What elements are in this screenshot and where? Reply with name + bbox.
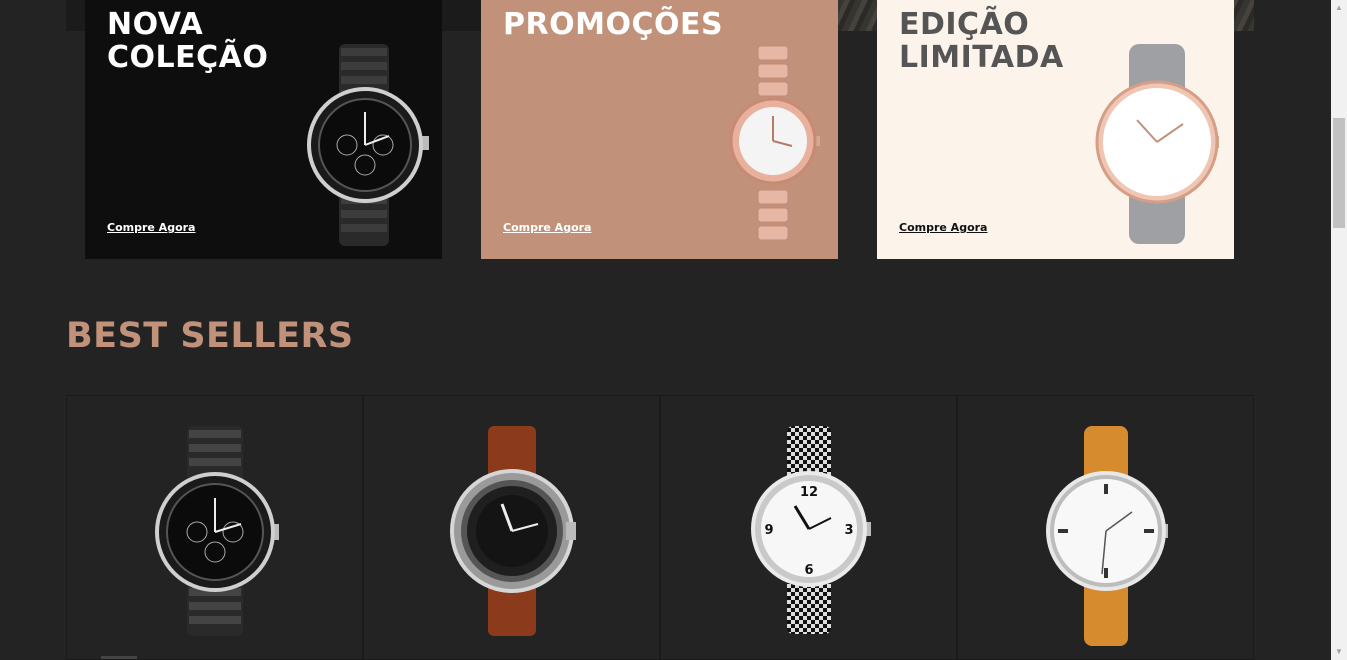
white-dial-tan-strap-watch-icon — [1045, 426, 1168, 646]
svg-text:6: 6 — [804, 563, 813, 578]
svg-text:12: 12 — [799, 485, 817, 500]
promo-title: EDIÇÃO LIMITADA — [899, 7, 1064, 75]
scrollbar-thumb[interactable] — [1333, 118, 1345, 228]
promo-title: NOVA COLEÇÃO — [107, 7, 269, 75]
rose-gold-watch-icon — [729, 45, 820, 241]
diver-watch-brown-strap-icon — [449, 426, 576, 636]
product-label-bar — [101, 656, 137, 659]
promo-card-promocoes[interactable]: PROMOÇÕES Compre Agora — [481, 0, 838, 259]
shop-now-link[interactable]: Compre Agora — [899, 221, 987, 234]
shop-now-link[interactable]: Compre Agora — [107, 221, 195, 234]
black-chronograph-watch-icon — [307, 44, 429, 246]
promo-card-edicao-limitada[interactable]: EDIÇÃO LIMITADA Compre Agora — [877, 0, 1234, 259]
product-card[interactable] — [957, 395, 1254, 660]
timex-houndstooth-watch-icon: 12 3 6 9 — [750, 426, 871, 634]
scroll-up-arrow-icon[interactable]: ▲ — [1331, 0, 1347, 16]
best-sellers-grid: 12 3 6 9 — [66, 395, 1254, 660]
product-card[interactable] — [363, 395, 660, 660]
shop-now-link[interactable]: Compre Agora — [503, 221, 591, 234]
black-chronograph-watch-icon — [154, 426, 279, 636]
svg-text:9: 9 — [764, 523, 773, 538]
svg-text:3: 3 — [844, 523, 853, 538]
promo-title: PROMOÇÕES — [503, 7, 724, 42]
product-card[interactable] — [66, 395, 363, 660]
scroll-down-arrow-icon[interactable]: ▼ — [1331, 644, 1347, 660]
grey-strap-rose-watch-icon — [1095, 44, 1219, 244]
product-card[interactable]: 12 3 6 9 — [660, 395, 957, 660]
promo-card-nova-colecao[interactable]: NOVA COLEÇÃO Compre Agora — [85, 0, 442, 259]
best-sellers-title: BEST SELLERS — [66, 316, 354, 356]
page-scrollbar[interactable]: ▲ ▼ — [1331, 0, 1347, 660]
